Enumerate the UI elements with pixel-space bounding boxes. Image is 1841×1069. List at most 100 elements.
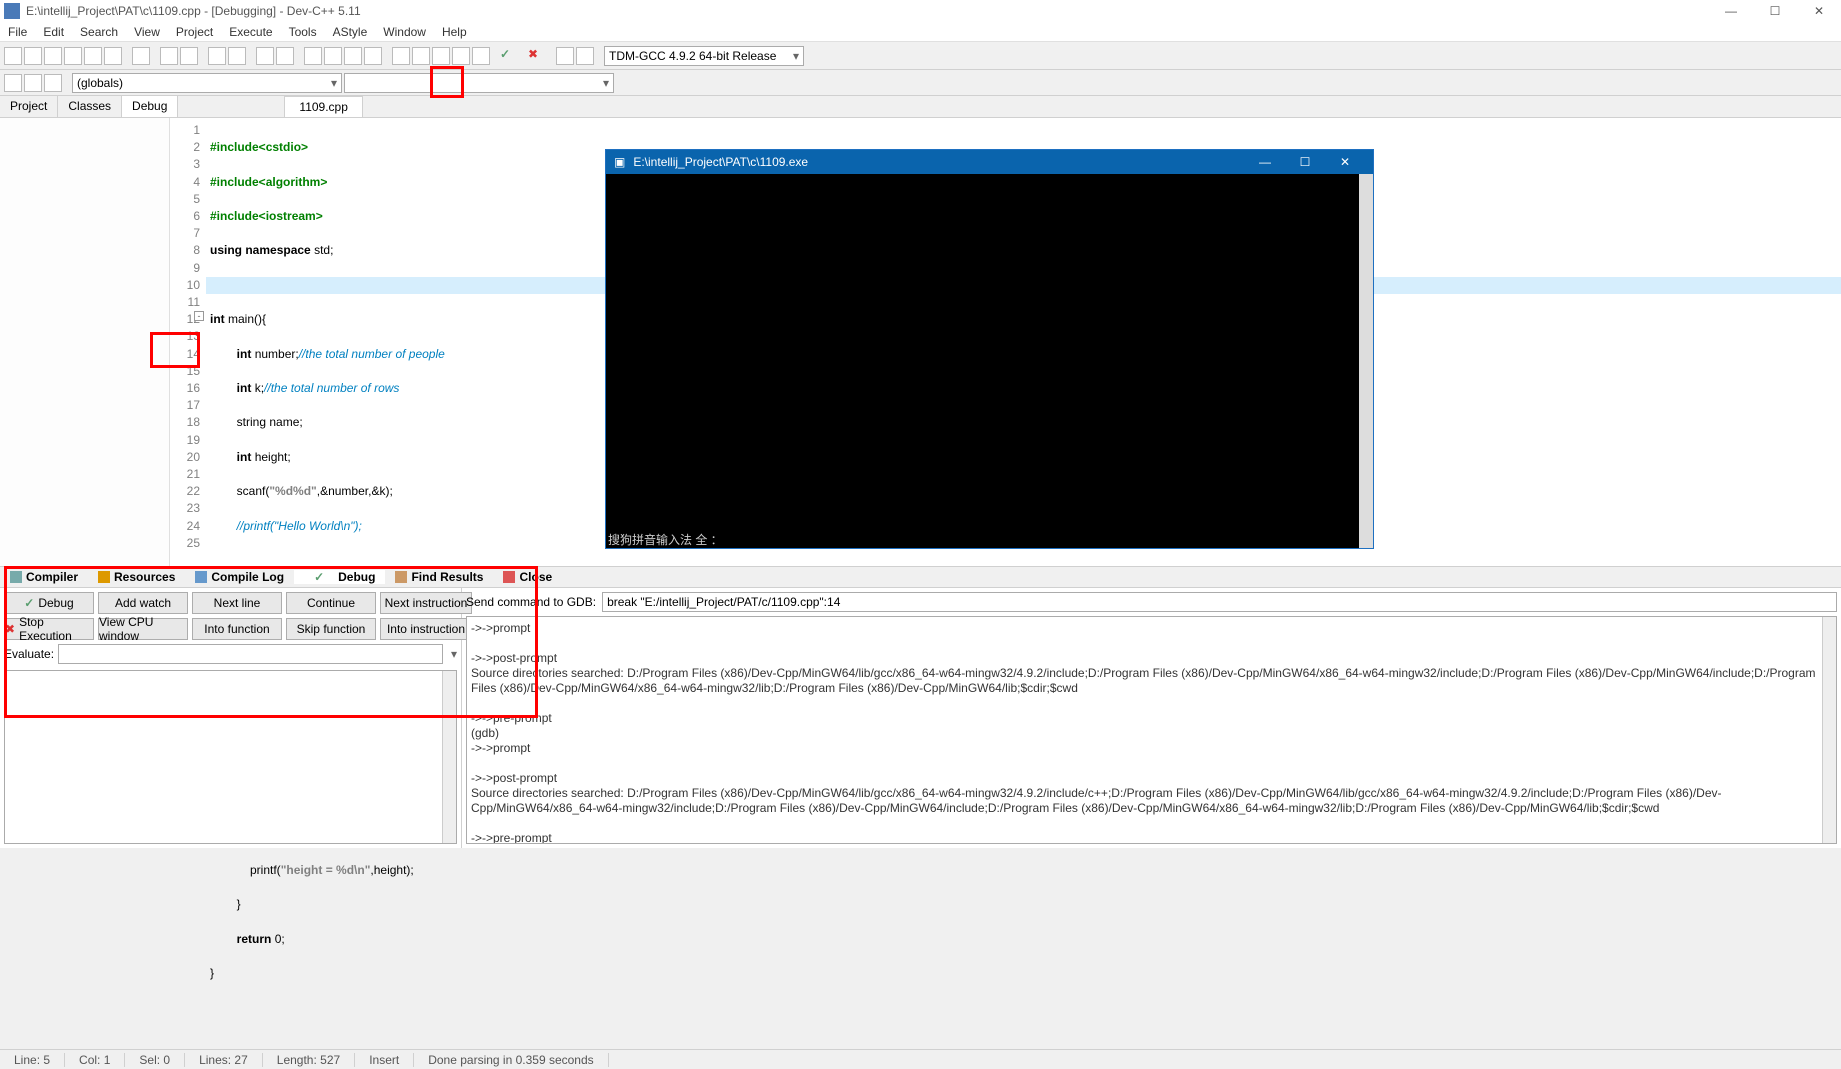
continue-button[interactable]: Continue [286,592,376,614]
menu-help[interactable]: Help [434,25,475,39]
menu-bar: File Edit Search View Project Execute To… [0,22,1841,42]
profiling-icon[interactable] [556,47,574,65]
members-combo[interactable] [344,73,614,93]
menu-project[interactable]: Project [168,25,221,39]
tab-compiler[interactable]: Compiler [0,570,88,584]
save-icon[interactable] [44,47,62,65]
redo-icon[interactable] [180,47,198,65]
maximize-button[interactable]: ☐ [1753,0,1797,22]
file-tab-1109[interactable]: 1109.cpp [284,96,363,117]
status-bar: Line: 5 Col: 1 Sel: 0 Lines: 27 Length: … [0,1049,1841,1069]
menu-view[interactable]: View [126,25,168,39]
view-cpu-button[interactable]: View CPU window [98,618,188,640]
menu-tools[interactable]: Tools [281,25,325,39]
console-maximize-button[interactable]: ☐ [1285,155,1325,169]
debug-bug-icon[interactable] [576,47,594,65]
debug-button[interactable]: Debug [4,592,94,614]
menu-execute[interactable]: Execute [221,25,280,39]
rebuild-icon[interactable] [412,47,430,65]
back-icon[interactable] [304,47,322,65]
code: } [210,966,214,980]
console-output[interactable]: 搜狗拼音输入法 全 ： [606,174,1373,548]
goto-def-icon[interactable] [24,74,42,92]
open-file-icon[interactable] [24,47,42,65]
debug-check-icon[interactable] [500,47,518,65]
forward-icon[interactable] [324,47,342,65]
line-num: 18 [170,414,200,431]
gdb-command-label: Send command to GDB: [466,595,596,609]
tab-find-results[interactable]: Find Results [385,570,493,584]
console-title-bar[interactable]: ▣ E:\intellij_Project\PAT\c\1109.exe — ☐… [606,150,1373,174]
goto-icon[interactable] [364,47,382,65]
tab-close[interactable]: Close [493,570,562,584]
run-icon[interactable] [276,47,294,65]
tab-resources[interactable]: Resources [88,570,185,584]
gdb-command-input[interactable] [602,592,1837,612]
label: Stop Execution [19,615,93,643]
line-num: 1 [170,122,200,139]
save-all-icon[interactable] [64,47,82,65]
line-num: 16 [170,380,200,397]
tab-bottom-debug[interactable]: Debug [294,570,385,584]
stop-build-icon[interactable] [344,47,362,65]
menu-window[interactable]: Window [375,25,434,39]
left-panel-tabs: Project Classes Debug [0,96,178,117]
compile-run-icon[interactable] [392,47,410,65]
console-icon: ▣ [614,155,625,169]
line-num: 22 [170,483,200,500]
minimize-button[interactable]: — [1709,0,1753,22]
gdb-output[interactable]: ->->prompt ->->post-prompt Source direct… [466,616,1837,844]
tab-classes[interactable]: Classes [58,96,122,117]
close-file-icon[interactable] [84,47,102,65]
next-line-button[interactable]: Next line [192,592,282,614]
replace-icon[interactable] [228,47,246,65]
close-button[interactable]: ✕ [1797,0,1841,22]
stop-execution-button[interactable]: ✖Stop Execution [4,618,94,640]
add-watch-button[interactable]: Add watch [98,592,188,614]
compiler-select[interactable]: TDM-GCC 4.9.2 64-bit Release [604,46,804,66]
console-close-button[interactable]: ✕ [1325,155,1365,169]
menu-astyle[interactable]: AStyle [325,25,376,39]
tab-debug[interactable]: Debug [122,96,178,117]
syntax-check-icon[interactable] [432,47,450,65]
evaluate-output[interactable] [4,670,457,844]
profile-icon[interactable] [452,47,470,65]
line-num: 17 [170,397,200,414]
evaluate-input[interactable] [58,644,443,664]
line-num: 2 [170,139,200,156]
bookmark-icon[interactable] [44,74,62,92]
line-num: 24 [170,518,200,535]
undo-icon[interactable] [160,47,178,65]
menu-search[interactable]: Search [72,25,126,39]
console-scrollbar[interactable] [1359,174,1373,548]
scrollbar[interactable] [442,671,456,843]
line-num: 25 [170,535,200,552]
debug-stop-icon[interactable]: ✖ [528,47,546,65]
goto-decl-icon[interactable] [4,74,22,92]
new-file-icon[interactable] [4,47,22,65]
globals-combo[interactable]: (globals) [72,73,342,93]
evaluate-dropdown-icon[interactable] [447,647,457,661]
skip-function-button[interactable]: Skip function [286,618,376,640]
window-controls: — ☐ ✕ [1709,0,1841,22]
menu-edit[interactable]: Edit [35,25,72,39]
find-icon[interactable] [208,47,226,65]
tab-compile-log[interactable]: Compile Log [185,570,294,584]
menu-file[interactable]: File [0,25,35,39]
app-icon [4,3,20,19]
close-all-icon[interactable] [104,47,122,65]
code: return [237,932,272,946]
secondary-toolbar: (globals) [0,70,1841,96]
into-function-button[interactable]: Into function [192,618,282,640]
into-instruction-button[interactable]: Into instruction [380,618,472,640]
debug-toolbar-icon[interactable] [472,47,490,65]
next-instruction-button[interactable]: Next instruction [380,592,472,614]
console-minimize-button[interactable]: — [1245,155,1285,169]
scrollbar[interactable] [1822,617,1836,843]
tab-project[interactable]: Project [0,96,58,117]
fold-icon[interactable]: - [194,311,204,321]
compile-icon[interactable] [256,47,274,65]
print-icon[interactable] [132,47,150,65]
code: scanf( [210,484,269,498]
code: } [210,897,241,911]
